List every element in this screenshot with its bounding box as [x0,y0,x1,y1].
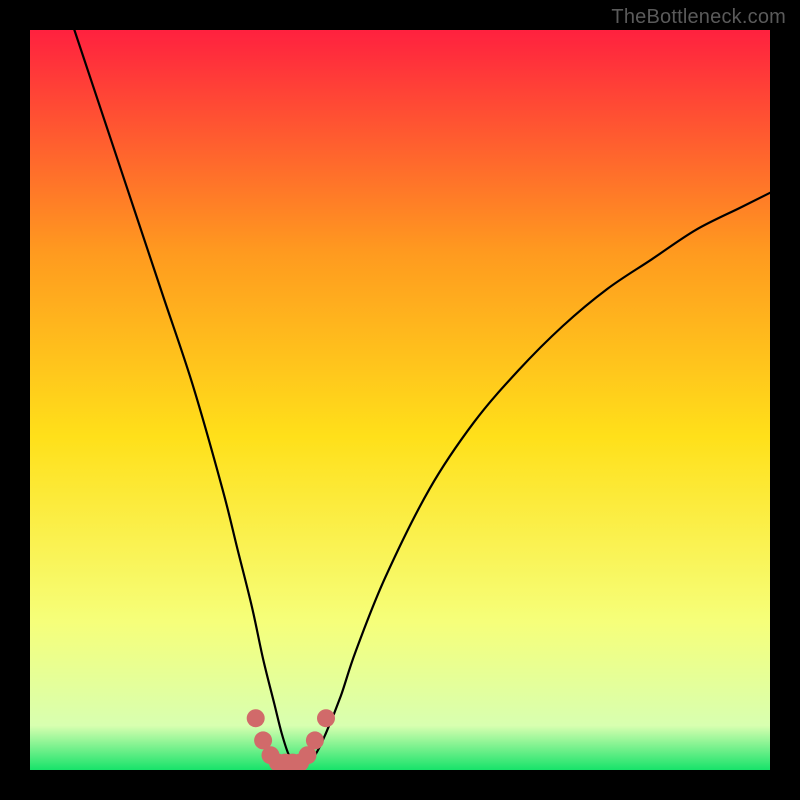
optimal-zone-markers [247,709,335,770]
marker-dot [247,709,265,727]
plot-area [30,30,770,770]
watermark-text: TheBottleneck.com [611,6,786,29]
marker-dot [306,731,324,749]
bottleneck-curve [74,30,770,764]
chart-svg [30,30,770,770]
chart-frame: TheBottleneck.com [0,0,800,800]
marker-dot [317,709,335,727]
